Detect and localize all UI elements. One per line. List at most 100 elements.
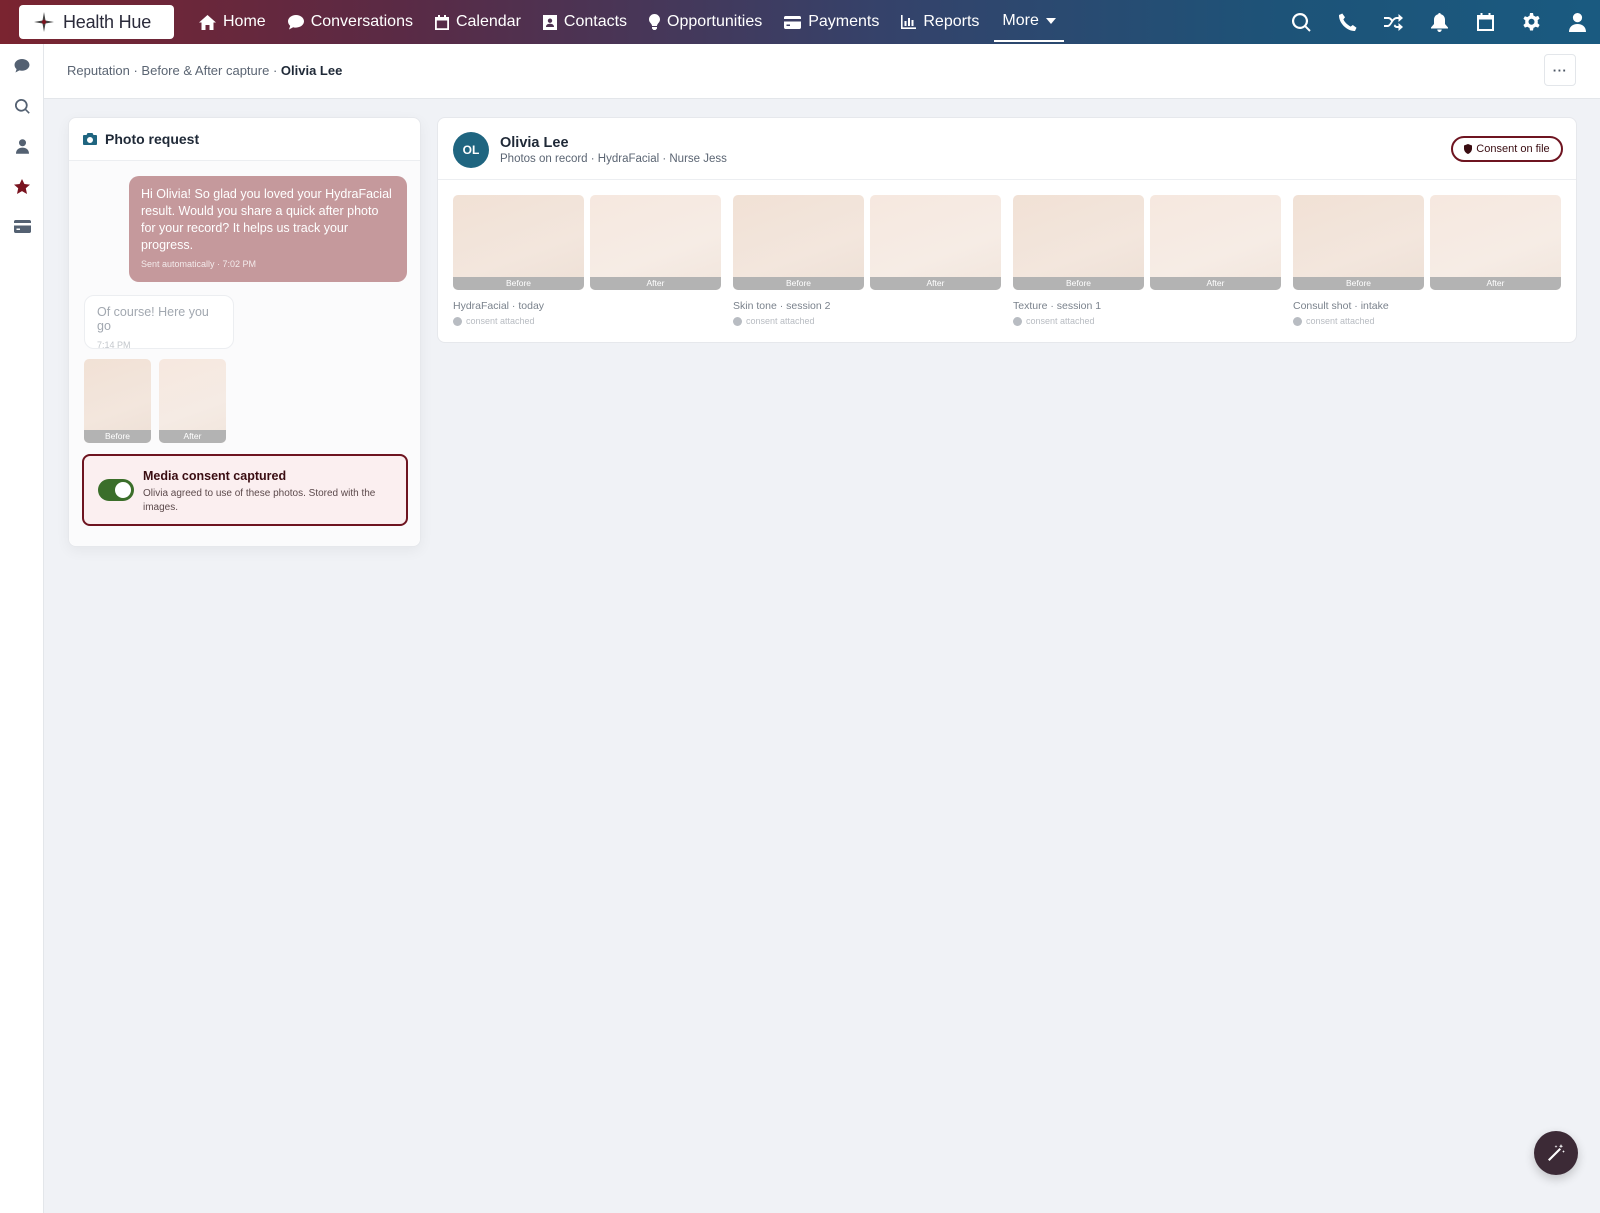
incoming-message: Of course! Here you go 7:14 PM <box>84 295 234 350</box>
breadcrumb-bar: Reputation · Before & After capture · Ol… <box>44 44 1600 99</box>
nav-payments[interactable]: Payments <box>773 0 890 44</box>
pair-2-caption: Skin tone · session 2 <box>733 300 831 312</box>
incoming-message-meta: 7:14 PM <box>97 340 131 350</box>
nav-opportunities[interactable]: Opportunities <box>638 0 773 44</box>
pair-1-status-text: consent attached <box>466 316 535 326</box>
breadcrumb-path[interactable]: Reputation · Before & After capture · <box>67 63 281 78</box>
nav-calendar-label: Calendar <box>455 13 521 30</box>
pair-4-before-photo[interactable]: Before <box>1293 195 1424 290</box>
pair-4-status-text: consent attached <box>1306 316 1375 326</box>
bell-icon <box>1430 12 1448 32</box>
pair-4-caption: Consult shot · intake <box>1293 300 1389 312</box>
media-consent-title: Media consent captured <box>143 469 287 483</box>
app-logo[interactable]: Health Hue <box>19 5 174 39</box>
photo-label: Before <box>1013 277 1144 290</box>
check-circle-icon <box>733 316 742 326</box>
outgoing-message-meta: Sent automatically · 7:02 PM <box>141 259 257 269</box>
shield-icon <box>1464 144 1473 154</box>
star-icon <box>14 178 30 194</box>
gear-icon <box>1522 12 1540 30</box>
ellipsis-icon: ··· <box>1552 62 1568 78</box>
photo-label: Before <box>1293 277 1424 290</box>
app-logo-text: Health Hue <box>63 11 152 32</box>
check-circle-icon <box>1293 316 1302 326</box>
calendar-button[interactable] <box>1462 0 1508 44</box>
nav-more-dropdown[interactable]: More <box>994 2 1064 42</box>
more-actions-button[interactable]: ··· <box>1544 54 1576 86</box>
consent-on-file-badge[interactable]: Consent on file <box>1451 136 1563 162</box>
pair-3-status-text: consent attached <box>1026 316 1095 326</box>
pair-1-before-photo[interactable]: Before <box>453 195 584 290</box>
chat-icon <box>14 59 30 73</box>
outgoing-message: Hi Olivia! So glad you loved your HydraF… <box>129 176 407 282</box>
pair-3-caption: Texture · session 1 <box>1013 300 1102 312</box>
photo-label: Before <box>733 277 864 290</box>
calendar-icon <box>1476 13 1494 31</box>
photo-label: After <box>870 277 1001 290</box>
ai-assist-button[interactable] <box>1534 1131 1578 1175</box>
left-rail <box>0 44 44 1213</box>
pair-1-caption: HydraFacial · today <box>453 300 545 312</box>
photo-request-title: Photo request <box>105 131 200 147</box>
check-circle-icon <box>453 316 462 326</box>
incoming-message-text: Of course! Here you go <box>97 305 209 333</box>
chat-icon <box>287 14 304 29</box>
nav-calendar[interactable]: Calendar <box>424 0 532 44</box>
calendar-icon <box>434 14 449 30</box>
nav-contacts[interactable]: Contacts <box>532 0 638 44</box>
profile-button[interactable] <box>1554 0 1600 44</box>
patient-subtitle: Photos on record · HydraFacial · Nurse J… <box>500 153 727 165</box>
incoming-photo-after[interactable]: After <box>159 359 226 443</box>
top-nav-bar: Health Hue Home Conversations Calendar C… <box>0 0 1600 44</box>
nav-reports[interactable]: Reports <box>890 0 990 44</box>
nav-home-label: Home <box>223 13 266 30</box>
rail-search[interactable] <box>0 86 44 126</box>
nav-payments-label: Payments <box>808 13 880 30</box>
photo-request-card: Photo request Hi Olivia! So glad you lov… <box>68 117 421 547</box>
breadcrumb-current: Olivia Lee <box>280 63 343 78</box>
breadcrumb: Reputation · Before & After capture · Ol… <box>67 63 342 78</box>
notifications-button[interactable] <box>1416 0 1462 44</box>
pair-3-after-photo[interactable]: After <box>1150 195 1281 290</box>
magic-wand-icon <box>1548 1144 1565 1161</box>
pair-4-after-photo[interactable]: After <box>1430 195 1561 290</box>
media-consent-box: Media consent captured Olivia agreed to … <box>82 454 408 526</box>
credit-card-icon <box>784 15 802 29</box>
health-hue-logo-icon <box>34 12 54 32</box>
contact-card-icon <box>542 14 557 30</box>
nav-conversations[interactable]: Conversations <box>277 0 424 44</box>
pair-2-status: consent attached <box>733 316 815 326</box>
settings-button[interactable] <box>1508 0 1554 44</box>
nav-opportunities-label: Opportunities <box>667 13 763 30</box>
incoming-photo-before[interactable]: Before <box>84 359 151 443</box>
nav-contacts-label: Contacts <box>563 13 628 30</box>
pair-3-status: consent attached <box>1013 316 1095 326</box>
rail-payments[interactable] <box>0 206 44 246</box>
pair-1-status: consent attached <box>453 316 535 326</box>
avatar: OL <box>453 132 489 168</box>
rail-conversations[interactable] <box>0 46 44 86</box>
rail-reputation[interactable] <box>0 166 44 206</box>
pair-2-before-photo[interactable]: Before <box>733 195 864 290</box>
phone-button[interactable] <box>1324 0 1370 44</box>
pair-3-before-photo[interactable]: Before <box>1013 195 1144 290</box>
search-button[interactable] <box>1278 0 1324 44</box>
pair-2-after-photo[interactable]: After <box>870 195 1001 290</box>
consent-on-file-label: Consent on file <box>1476 143 1550 155</box>
pair-2-status-text: consent attached <box>746 316 815 326</box>
nav-more-label: More <box>1002 12 1039 29</box>
media-consent-toggle[interactable] <box>98 479 134 501</box>
nav-home[interactable]: Home <box>188 0 277 44</box>
check-circle-icon <box>1013 316 1022 326</box>
camera-icon <box>83 133 97 145</box>
home-icon <box>199 14 216 30</box>
shuffle-icon <box>1383 13 1403 31</box>
shuffle-button[interactable] <box>1370 0 1416 44</box>
user-icon <box>15 138 29 154</box>
search-icon <box>1291 12 1311 32</box>
pair-4-status: consent attached <box>1293 316 1375 326</box>
rail-contacts[interactable] <box>0 126 44 166</box>
bar-chart-icon <box>901 15 917 29</box>
photo-label: Before <box>453 277 584 290</box>
pair-1-after-photo[interactable]: After <box>590 195 721 290</box>
